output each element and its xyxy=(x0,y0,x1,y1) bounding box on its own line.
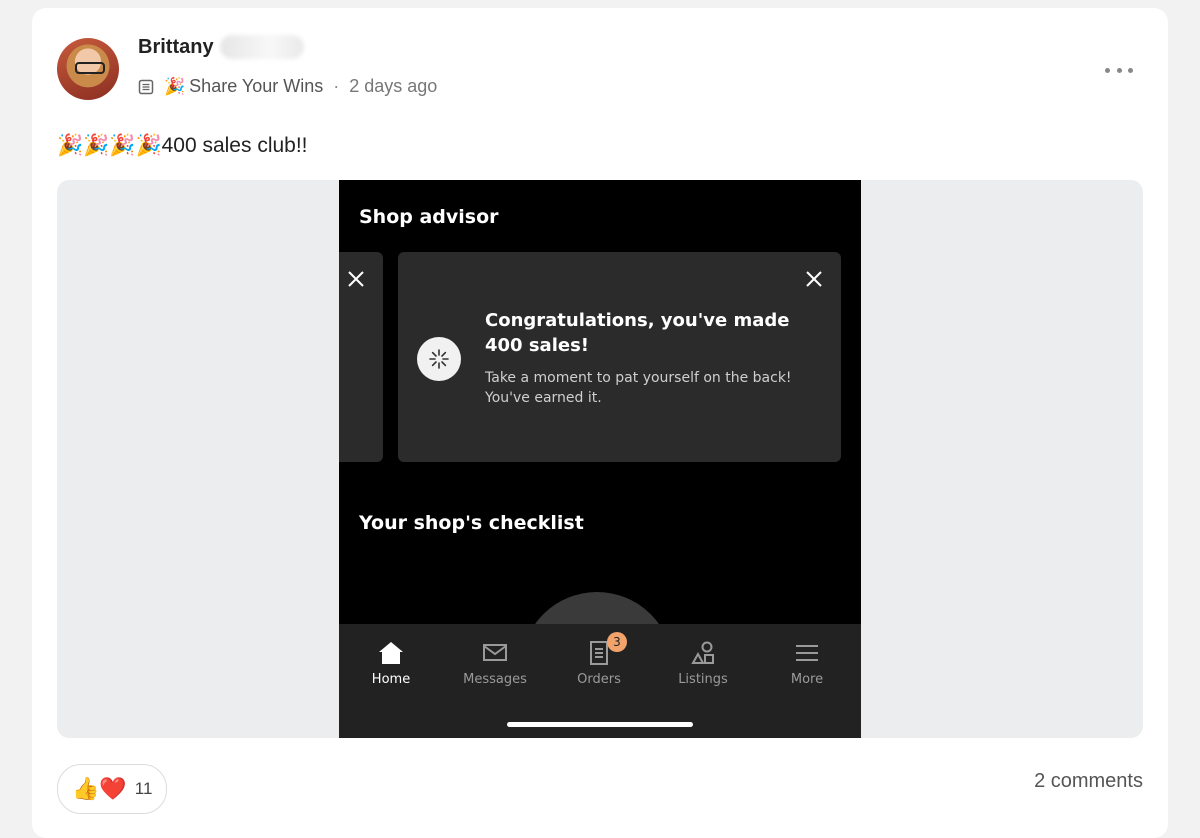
party-emoji: 🎉 xyxy=(164,76,186,96)
post-image[interactable]: Shop advisor Congratulations, you've mad… xyxy=(57,180,1143,738)
tab-messages-label: Messages xyxy=(463,672,527,687)
author-avatar[interactable] xyxy=(57,38,119,100)
advisor-heading: Congratulations, you've made 400 sales! xyxy=(485,310,790,356)
tab-listings[interactable]: Listings xyxy=(651,640,755,687)
author-name[interactable]: Brittany xyxy=(138,36,214,59)
post-time: 2 days ago xyxy=(349,76,438,96)
bottom-tab-bar: Home Messages 3 Orders Listings More xyxy=(339,624,861,738)
avatar-glasses xyxy=(75,62,105,74)
tab-more-label: More xyxy=(790,672,824,687)
dot-1 xyxy=(1105,67,1110,73)
orders-count-badge: 3 xyxy=(607,632,627,652)
post-meta: 🎉 Share Your Wins · 2 days ago xyxy=(138,76,437,97)
home-icon xyxy=(379,642,403,664)
shop-advisor-title: Shop advisor xyxy=(359,206,499,228)
shapes-icon xyxy=(691,641,714,664)
close-icon xyxy=(806,271,822,287)
advisor-body: Take a moment to pat yourself on the bac… xyxy=(485,370,792,406)
advisor-card: Congratulations, you've made 400 sales! … xyxy=(398,252,841,462)
close-icon xyxy=(348,271,364,287)
reaction-count: 11 xyxy=(134,779,153,798)
checklist-title: Your shop's checklist xyxy=(359,512,584,534)
more-options-icon[interactable] xyxy=(1105,64,1133,76)
comments-link[interactable]: 2 comments xyxy=(1034,770,1143,793)
reactions-button[interactable]: 👍❤️ 11 xyxy=(57,764,168,814)
menu-icon xyxy=(796,645,818,661)
tab-home[interactable]: Home xyxy=(339,640,443,687)
envelope-icon xyxy=(483,644,507,661)
reaction-emojis: 👍❤️ xyxy=(72,776,127,801)
celebration-icon xyxy=(417,337,461,381)
post-body-text: 🎉🎉🎉🎉400 sales club!! xyxy=(57,134,308,157)
dot-2 xyxy=(1116,67,1122,73)
burst-icon xyxy=(429,349,449,369)
dot-3 xyxy=(1128,67,1133,73)
meta-separator: · xyxy=(333,76,340,96)
tab-messages[interactable]: Messages xyxy=(443,640,547,687)
redacted-surname xyxy=(220,35,304,59)
document-list-icon xyxy=(138,79,154,94)
tab-orders-label: Orders xyxy=(577,672,621,687)
group-link[interactable]: Share Your Wins xyxy=(189,76,323,97)
home-indicator xyxy=(507,722,693,727)
tab-orders[interactable]: 3 Orders xyxy=(547,632,651,687)
tab-home-label: Home xyxy=(371,672,411,687)
post-card: Brittany 🎉 Share Your Wins · 2 days ago … xyxy=(32,8,1168,838)
tab-more[interactable]: More xyxy=(755,640,859,687)
tab-listings-label: Listings xyxy=(678,672,728,687)
previous-advisor-card xyxy=(339,252,383,462)
app-screenshot: Shop advisor Congratulations, you've mad… xyxy=(339,180,861,738)
